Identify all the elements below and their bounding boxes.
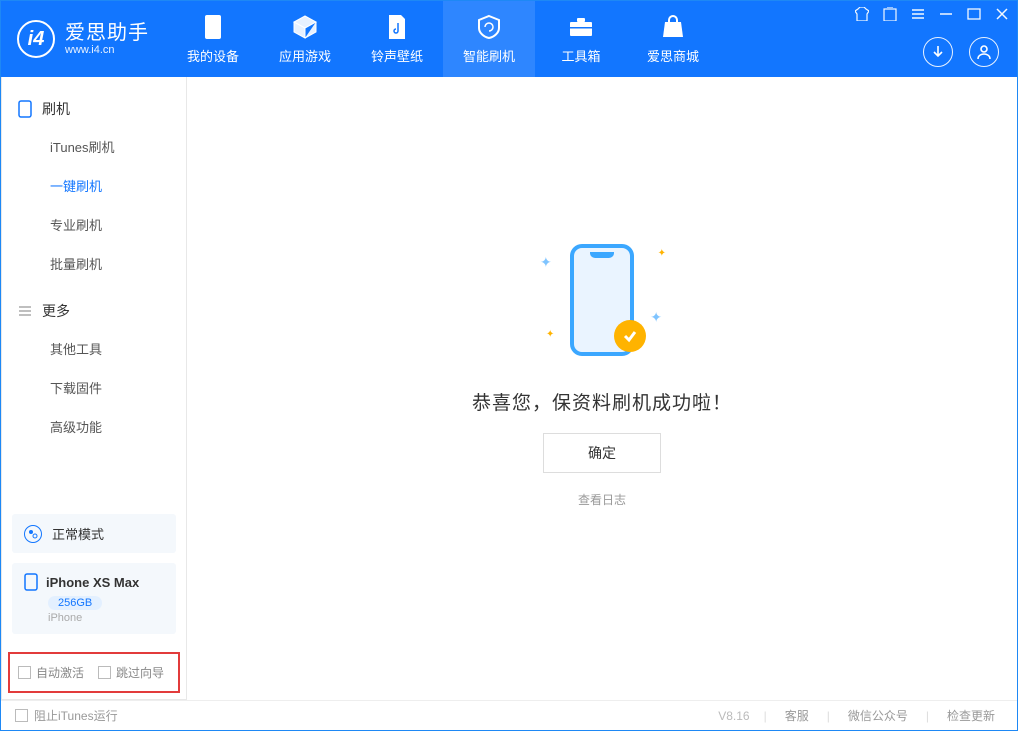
sidebar-section-more: 更多 [2, 293, 186, 329]
bag-icon [660, 14, 686, 40]
section-title: 刷机 [42, 99, 70, 119]
footer-support-link[interactable]: 客服 [777, 707, 817, 724]
app-header: i4 爱思助手 www.i4.cn 我的设备 应用游戏 铃声壁纸 智能刷机 工具… [1, 1, 1017, 77]
tab-ringtones[interactable]: 铃声壁纸 [351, 1, 443, 77]
checkbox-icon [15, 709, 28, 722]
version-label: V8.16 [718, 709, 749, 723]
logo: i4 爱思助手 www.i4.cn [1, 1, 167, 77]
refresh-shield-icon [476, 14, 502, 40]
device-name: iPhone XS Max [46, 575, 139, 590]
sparkle-icon: ✦ [658, 248, 666, 259]
tab-label: 应用游戏 [279, 46, 331, 65]
checkmark-badge-icon [614, 320, 646, 352]
device-mode: 正常模式 [52, 524, 104, 543]
section-title: 更多 [42, 301, 70, 321]
sparkle-icon: ✦ [546, 329, 554, 340]
sidebar-item-oneclick-flash[interactable]: 一键刷机 [2, 166, 186, 205]
tab-label: 我的设备 [187, 46, 239, 65]
phone-icon [24, 573, 38, 591]
sidebar-item-batch-flash[interactable]: 批量刷机 [2, 244, 186, 283]
tab-label: 智能刷机 [463, 46, 515, 65]
sidebar-item-itunes-flash[interactable]: iTunes刷机 [2, 127, 186, 166]
checkbox-icon [98, 666, 111, 679]
footer-update-link[interactable]: 检查更新 [939, 707, 1003, 724]
device-icon [200, 14, 226, 40]
sidebar-item-advanced[interactable]: 高级功能 [2, 407, 186, 446]
checkbox-icon [18, 666, 31, 679]
device-type: iPhone [48, 612, 164, 624]
highlighted-options: 自动激活 跳过向导 [8, 652, 180, 693]
tab-toolbox[interactable]: 工具箱 [535, 1, 627, 77]
feedback-icon[interactable] [883, 7, 897, 21]
minimize-icon[interactable] [939, 7, 953, 21]
sidebar-item-other-tools[interactable]: 其他工具 [2, 329, 186, 368]
tab-store[interactable]: 爱思商城 [627, 1, 719, 77]
device-info-box[interactable]: iPhone XS Max 256GB iPhone [12, 563, 176, 634]
download-icon[interactable] [923, 37, 953, 67]
footer-wechat-link[interactable]: 微信公众号 [840, 707, 916, 724]
toolbox-icon [568, 14, 594, 40]
checkbox-auto-activate[interactable]: 自动激活 [18, 664, 84, 681]
view-log-link[interactable]: 查看日志 [578, 491, 626, 508]
success-illustration: ✦ ✦ ✦ ✦ [522, 230, 682, 370]
sidebar-section-flash: 刷机 [2, 91, 186, 127]
app-name: 爱思助手 [65, 22, 149, 44]
success-message: 恭喜您，保资料刷机成功啦！ [472, 388, 732, 415]
window-controls [855, 7, 1009, 21]
sidebar: 刷机 iTunes刷机 一键刷机 专业刷机 批量刷机 更多 其他工具 下载固件 … [1, 77, 187, 700]
maximize-icon[interactable] [967, 7, 981, 21]
sidebar-item-download-firmware[interactable]: 下载固件 [2, 368, 186, 407]
tab-label: 工具箱 [561, 46, 600, 65]
main-content: ✦ ✦ ✦ ✦ 恭喜您，保资料刷机成功啦！ 确定 查看日志 [187, 77, 1017, 700]
tab-apps-games[interactable]: 应用游戏 [259, 1, 351, 77]
user-icon[interactable] [969, 37, 999, 67]
menu-icon[interactable] [911, 7, 925, 21]
mode-icon [24, 525, 42, 543]
tab-label: 爱思商城 [647, 46, 699, 65]
checkbox-block-itunes[interactable]: 阻止iTunes运行 [15, 707, 118, 724]
close-icon[interactable] [995, 7, 1009, 21]
header-actions [923, 37, 999, 67]
logo-icon: i4 [17, 20, 55, 58]
device-storage-badge: 256GB [48, 596, 102, 610]
checkbox-skip-guide[interactable]: 跳过向导 [98, 664, 164, 681]
tab-my-device[interactable]: 我的设备 [167, 1, 259, 77]
tab-label: 铃声壁纸 [371, 46, 423, 65]
device-mode-box[interactable]: 正常模式 [12, 514, 176, 553]
phone-icon [18, 100, 32, 118]
cube-icon [292, 14, 318, 40]
footer: 阻止iTunes运行 V8.16 | 客服 | 微信公众号 | 检查更新 [1, 700, 1017, 730]
music-file-icon [384, 14, 410, 40]
app-url: www.i4.cn [65, 44, 149, 56]
header-tabs: 我的设备 应用游戏 铃声壁纸 智能刷机 工具箱 爱思商城 [167, 1, 719, 77]
list-icon [18, 304, 32, 318]
tab-smart-flash[interactable]: 智能刷机 [443, 1, 535, 77]
sparkle-icon: ✦ [650, 309, 662, 326]
sidebar-item-pro-flash[interactable]: 专业刷机 [2, 205, 186, 244]
sparkle-icon: ✦ [540, 254, 552, 271]
skin-icon[interactable] [855, 7, 869, 21]
ok-button[interactable]: 确定 [543, 433, 661, 473]
